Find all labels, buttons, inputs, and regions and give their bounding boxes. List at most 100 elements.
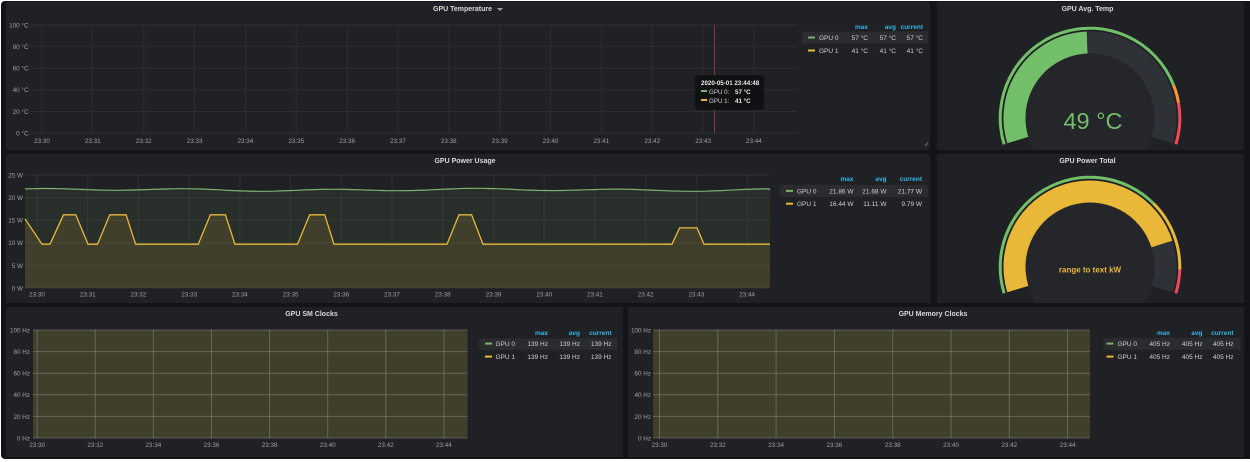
svg-text:23:30: 23:30	[34, 138, 50, 145]
svg-text:GPU 1: GPU 1	[1118, 354, 1138, 361]
svg-text:23:44: 23:44	[436, 442, 452, 449]
svg-text:23:38: 23:38	[262, 442, 278, 449]
svg-text:0 Hz: 0 Hz	[17, 435, 30, 442]
svg-text:23:42: 23:42	[378, 442, 394, 449]
svg-text:23:42: 23:42	[638, 291, 654, 298]
svg-text:23:33: 23:33	[181, 291, 197, 298]
svg-text:41 °C: 41 °C	[880, 47, 897, 55]
svg-text:23:31: 23:31	[80, 291, 96, 298]
svg-text:max: max	[535, 330, 548, 337]
svg-text:49 °C: 49 °C	[1063, 108, 1122, 134]
svg-text:avg: avg	[875, 176, 886, 183]
svg-text:23:32: 23:32	[87, 442, 103, 449]
svg-text:23:35: 23:35	[283, 291, 299, 298]
svg-text:GPU 0: GPU 0	[496, 341, 516, 348]
svg-text:23:37: 23:37	[384, 291, 400, 298]
svg-text:80 Hz: 80 Hz	[635, 349, 651, 356]
svg-text:0 W: 0 W	[12, 285, 23, 292]
svg-text:GPU 1: GPU 1	[797, 201, 817, 208]
svg-text:21.77 W: 21.77 W	[898, 188, 923, 195]
svg-text:25 W: 25 W	[8, 172, 23, 179]
svg-text:80 °C: 80 °C	[13, 43, 29, 51]
svg-text:avg: avg	[569, 330, 580, 337]
svg-text:57 °C: 57 °C	[880, 34, 897, 42]
svg-text:100 Hz: 100 Hz	[10, 327, 30, 334]
svg-text:23:32: 23:32	[131, 291, 147, 298]
svg-text:139 Hz: 139 Hz	[559, 354, 580, 361]
svg-text:current: current	[1211, 330, 1234, 337]
svg-text:23:44: 23:44	[739, 291, 755, 298]
svg-text:57 °C: 57 °C	[852, 34, 869, 42]
svg-text:max: max	[840, 176, 853, 183]
svg-text:16.44 W: 16.44 W	[829, 201, 854, 208]
svg-text:23:40: 23:40	[320, 442, 336, 449]
svg-text:40 °C: 40 °C	[13, 86, 29, 94]
svg-text:139 Hz: 139 Hz	[559, 341, 580, 348]
svg-text:23:34: 23:34	[146, 442, 162, 449]
svg-text:range to text kW: range to text kW	[1059, 266, 1122, 275]
svg-text:405 Hz: 405 Hz	[1213, 354, 1234, 361]
svg-text:139 Hz: 139 Hz	[591, 341, 612, 348]
svg-text:23:34: 23:34	[238, 138, 254, 145]
svg-text:max: max	[1157, 330, 1170, 337]
svg-text:21.86 W: 21.86 W	[829, 188, 854, 195]
svg-text:23:37: 23:37	[390, 138, 406, 145]
svg-text:23:38: 23:38	[441, 138, 457, 145]
svg-text:23:39: 23:39	[492, 138, 508, 145]
svg-text:23:44: 23:44	[1060, 442, 1076, 449]
svg-text:41 °C: 41 °C	[907, 47, 924, 55]
svg-text:23:31: 23:31	[85, 138, 101, 145]
svg-text:23:41: 23:41	[587, 291, 603, 298]
svg-text:80 Hz: 80 Hz	[14, 349, 30, 356]
svg-text:avg: avg	[885, 24, 896, 31]
svg-text:23:41: 23:41	[594, 138, 610, 145]
svg-text:20 Hz: 20 Hz	[635, 414, 651, 421]
svg-text:0 Hz: 0 Hz	[638, 435, 651, 442]
svg-text:GPU 1: GPU 1	[819, 48, 839, 55]
svg-text:23:36: 23:36	[333, 291, 349, 298]
svg-text:139 Hz: 139 Hz	[527, 354, 548, 361]
svg-text:23:36: 23:36	[204, 442, 220, 449]
svg-text:23:30: 23:30	[29, 291, 45, 298]
svg-text:current: current	[589, 330, 612, 337]
svg-text:23:32: 23:32	[136, 138, 152, 145]
svg-text:23:34: 23:34	[232, 291, 248, 298]
svg-text:current: current	[900, 176, 923, 183]
svg-text:9.79 W: 9.79 W	[901, 201, 922, 208]
svg-text:139 Hz: 139 Hz	[591, 354, 612, 361]
svg-text:23:44: 23:44	[746, 138, 762, 145]
svg-text:max: max	[855, 24, 868, 31]
svg-text:23:43: 23:43	[695, 138, 711, 145]
svg-text:20 °C: 20 °C	[13, 108, 29, 116]
svg-text:23:34: 23:34	[768, 442, 784, 449]
svg-text:405 Hz: 405 Hz	[1182, 354, 1203, 361]
svg-text:23:43: 23:43	[689, 291, 705, 298]
svg-text:60 °C: 60 °C	[13, 65, 29, 73]
svg-text:23:36: 23:36	[339, 138, 355, 145]
svg-text:23:42: 23:42	[644, 138, 660, 145]
svg-text:23:38: 23:38	[885, 442, 901, 449]
svg-text:405 Hz: 405 Hz	[1213, 341, 1234, 348]
svg-text:0 °C: 0 °C	[16, 129, 29, 137]
svg-text:23:40: 23:40	[943, 442, 959, 449]
svg-text:23:30: 23:30	[652, 442, 668, 449]
svg-text:40 Hz: 40 Hz	[635, 392, 651, 399]
svg-text:41 °C: 41 °C	[852, 47, 869, 55]
svg-text:405 Hz: 405 Hz	[1149, 341, 1170, 348]
svg-text:15 W: 15 W	[8, 218, 23, 225]
svg-text:GPU 0: GPU 0	[1118, 341, 1138, 348]
svg-text:5 W: 5 W	[12, 263, 23, 270]
svg-text:10 W: 10 W	[8, 240, 23, 247]
svg-text:GPU 0: GPU 0	[797, 188, 817, 195]
svg-text:40 Hz: 40 Hz	[14, 392, 30, 399]
svg-text:23:36: 23:36	[827, 442, 843, 449]
svg-text:60 Hz: 60 Hz	[635, 371, 651, 378]
svg-text:139 Hz: 139 Hz	[527, 341, 548, 348]
svg-text:GPU 1: GPU 1	[496, 354, 516, 361]
svg-text:100 Hz: 100 Hz	[631, 327, 651, 334]
svg-text:current: current	[901, 24, 924, 31]
svg-text:20 Hz: 20 Hz	[14, 414, 30, 421]
svg-text:100 °C: 100 °C	[9, 21, 29, 29]
svg-text:23:38: 23:38	[435, 291, 451, 298]
svg-text:23:35: 23:35	[288, 138, 304, 145]
